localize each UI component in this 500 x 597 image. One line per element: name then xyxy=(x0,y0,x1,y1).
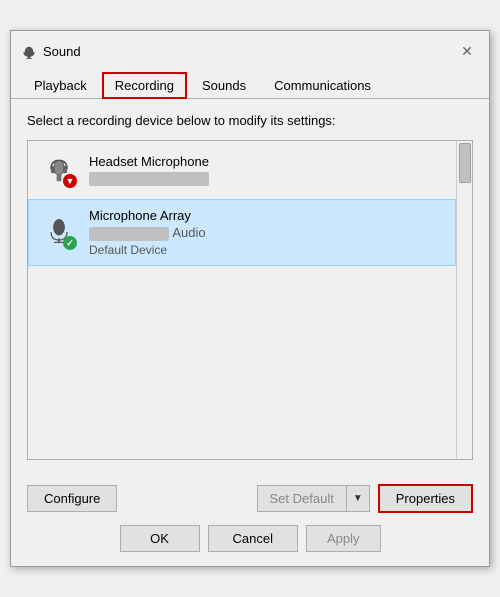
mic-array-detail-bar xyxy=(89,227,169,241)
tab-communications[interactable]: Communications xyxy=(261,72,384,99)
tab-recording[interactable]: Recording xyxy=(102,72,187,99)
tab-sounds[interactable]: Sounds xyxy=(189,72,259,99)
device-item-headset[interactable]: ▼ Headset Microphone xyxy=(28,141,456,199)
scrollbar-thumb[interactable] xyxy=(459,143,471,183)
mic-array-status: Default Device xyxy=(89,243,445,257)
mic-array-detail-suffix: Audio xyxy=(172,225,205,240)
instruction-text: Select a recording device below to modif… xyxy=(27,113,473,128)
scrollbar[interactable] xyxy=(456,141,472,459)
set-default-arrow-button[interactable]: ▼ xyxy=(346,485,370,512)
ok-button[interactable]: OK xyxy=(120,525,200,552)
title-bar: Sound ✕ xyxy=(11,31,489,67)
bottom-buttons: Configure Set Default ▼ Properties xyxy=(11,474,489,525)
headset-device-info: Headset Microphone xyxy=(89,154,445,186)
device-list: ▼ Headset Microphone xyxy=(28,141,456,459)
mic-array-icon-wrapper: ✓ xyxy=(39,212,79,252)
mic-array-device-name: Microphone Array xyxy=(89,208,445,223)
close-button[interactable]: ✕ xyxy=(455,39,479,63)
device-item-mic-array[interactable]: ✓ Microphone Array Audio Default Device xyxy=(28,199,456,266)
tab-playback[interactable]: Playback xyxy=(21,72,100,99)
headset-device-detail xyxy=(89,171,445,186)
device-list-wrapper: ▼ Headset Microphone xyxy=(27,140,473,460)
sound-dialog: Sound ✕ Playback Recording Sounds Commun… xyxy=(10,30,490,567)
window-title: Sound xyxy=(43,44,455,59)
properties-button[interactable]: Properties xyxy=(378,484,473,513)
headset-icon-wrapper: ▼ xyxy=(39,150,79,190)
window-icon xyxy=(21,43,37,59)
set-default-group: Set Default ▼ xyxy=(257,485,370,512)
apply-button[interactable]: Apply xyxy=(306,525,381,552)
ok-cancel-apply-row: OK Cancel Apply xyxy=(11,525,489,566)
headset-device-name: Headset Microphone xyxy=(89,154,445,169)
set-default-button[interactable]: Set Default xyxy=(257,485,346,512)
cancel-button[interactable]: Cancel xyxy=(208,525,298,552)
configure-button[interactable]: Configure xyxy=(27,485,117,512)
headset-detail-bar xyxy=(89,172,209,186)
red-down-indicator: ▼ xyxy=(63,174,77,188)
mic-array-device-info: Microphone Array Audio Default Device xyxy=(89,208,445,257)
mic-array-device-detail: Audio xyxy=(89,225,445,241)
tab-bar: Playback Recording Sounds Communications xyxy=(11,67,489,99)
dialog-content: Select a recording device below to modif… xyxy=(11,99,489,474)
